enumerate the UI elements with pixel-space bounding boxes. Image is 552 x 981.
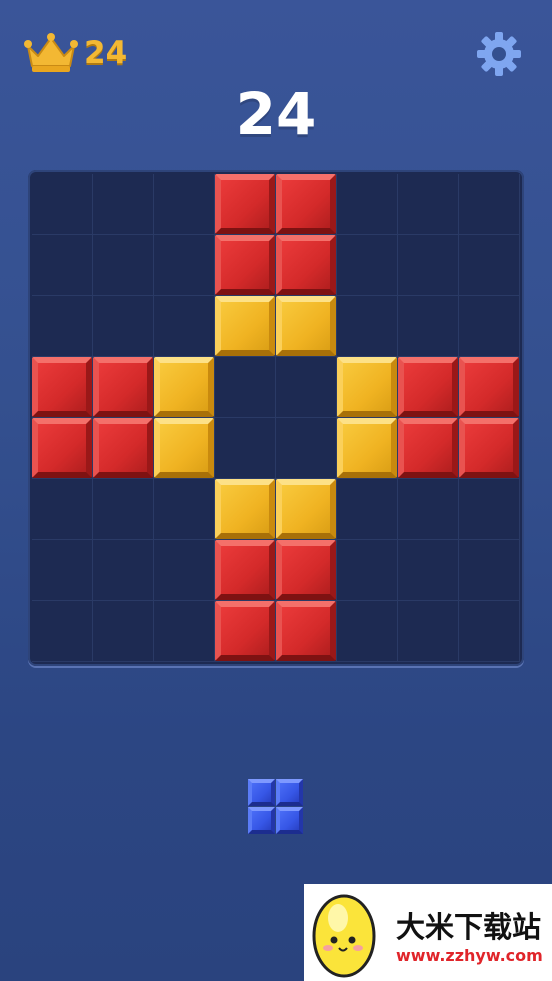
best-score-value: 24 [84, 35, 128, 71]
red-block [215, 174, 275, 234]
board-cell[interactable] [215, 418, 276, 479]
board-cell[interactable] [93, 235, 154, 296]
board-cell[interactable] [32, 479, 93, 540]
board-cell[interactable] [459, 540, 520, 601]
yellow-block [154, 418, 214, 478]
red-block [276, 540, 336, 600]
board-cell[interactable] [459, 235, 520, 296]
board-cell[interactable] [93, 601, 154, 662]
board-cell[interactable] [337, 235, 398, 296]
board-cell[interactable] [276, 357, 337, 418]
watermark-url: www.zzhyw.com [396, 946, 543, 965]
board-cell[interactable] [32, 601, 93, 662]
gear-icon[interactable] [475, 30, 523, 78]
board-cell[interactable] [93, 540, 154, 601]
board-cell[interactable] [337, 174, 398, 235]
board-cell[interactable] [398, 479, 459, 540]
yellow-block [215, 296, 275, 356]
piece-cell [276, 807, 303, 834]
piece-cell [248, 807, 275, 834]
board-cell[interactable] [337, 296, 398, 357]
board-cell[interactable] [215, 357, 276, 418]
red-block [398, 418, 458, 478]
board-cell[interactable] [32, 296, 93, 357]
red-block [93, 357, 153, 417]
red-block [32, 357, 92, 417]
red-block [215, 235, 275, 295]
yellow-block [276, 296, 336, 356]
yellow-block [337, 418, 397, 478]
piece-2x2-blue[interactable] [248, 779, 304, 835]
board-cell[interactable] [154, 235, 215, 296]
board-cell[interactable] [32, 235, 93, 296]
red-block [276, 235, 336, 295]
red-block [276, 601, 336, 661]
board-cell[interactable] [93, 479, 154, 540]
best-score-display: 24 [24, 30, 127, 76]
board-cell[interactable] [154, 296, 215, 357]
red-block [459, 418, 519, 478]
board-cell[interactable] [398, 296, 459, 357]
game-board[interactable] [28, 170, 524, 666]
red-block [276, 174, 336, 234]
board-cell[interactable] [398, 174, 459, 235]
top-bar: 24 24 [0, 0, 552, 146]
piece-cell [248, 779, 275, 806]
yellow-block [154, 357, 214, 417]
board-cell[interactable] [32, 174, 93, 235]
board-cell[interactable] [337, 479, 398, 540]
board-cell[interactable] [459, 479, 520, 540]
board-cell[interactable] [93, 296, 154, 357]
board-cell[interactable] [154, 479, 215, 540]
yellow-block [215, 479, 275, 539]
board-cell[interactable] [93, 174, 154, 235]
red-block [215, 540, 275, 600]
board-cell[interactable] [154, 174, 215, 235]
crown-icon [24, 33, 78, 72]
watermark: 大米下载站 www.zzhyw.com [304, 884, 552, 981]
board-cell[interactable] [154, 540, 215, 601]
board-cell[interactable] [398, 601, 459, 662]
board-cell[interactable] [32, 540, 93, 601]
red-block [93, 418, 153, 478]
board-cell[interactable] [398, 235, 459, 296]
red-block [459, 357, 519, 417]
mascot-logo [312, 894, 376, 978]
board-cell[interactable] [276, 418, 337, 479]
yellow-block [276, 479, 336, 539]
board-cell[interactable] [337, 540, 398, 601]
current-score: 24 [235, 80, 317, 148]
board-cell[interactable] [337, 601, 398, 662]
board-cell[interactable] [459, 296, 520, 357]
red-block [215, 601, 275, 661]
board-cell[interactable] [459, 601, 520, 662]
watermark-title: 大米下载站 [396, 910, 542, 944]
board-cell[interactable] [459, 174, 520, 235]
yellow-block [337, 357, 397, 417]
piece-cell [276, 779, 303, 806]
red-block [398, 357, 458, 417]
red-block [32, 418, 92, 478]
board-cell[interactable] [154, 601, 215, 662]
board-cell[interactable] [398, 540, 459, 601]
